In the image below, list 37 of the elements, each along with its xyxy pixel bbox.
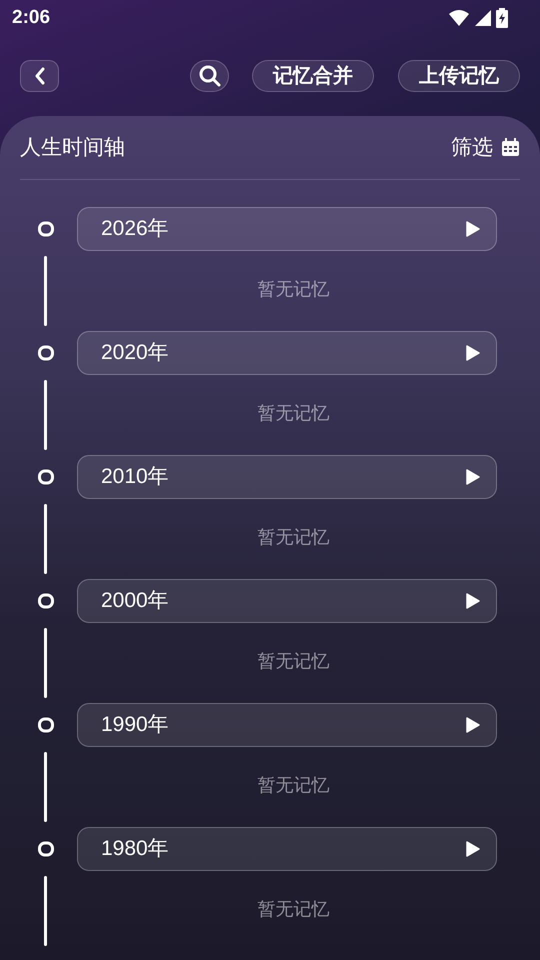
header-action-button[interactable]: 上传记忆 bbox=[398, 60, 520, 92]
timeline-node-icon bbox=[38, 593, 54, 609]
signal-icon bbox=[474, 9, 492, 27]
status-time: 2:06 bbox=[12, 6, 50, 30]
header-action-button[interactable]: 记忆合并 bbox=[252, 60, 374, 92]
empty-note: 暂无记忆 bbox=[258, 278, 330, 300]
filter-button[interactable]: 筛选 bbox=[451, 132, 520, 164]
timeline-node-icon bbox=[38, 469, 54, 485]
timeline-node-icon bbox=[38, 221, 54, 237]
timeline-node-icon bbox=[38, 345, 54, 361]
timeline-node-icon bbox=[38, 841, 54, 857]
year-row[interactable]: 2010年 bbox=[77, 455, 497, 499]
empty-note: 暂无记忆 bbox=[258, 526, 330, 548]
wifi-icon bbox=[448, 9, 470, 27]
back-icon bbox=[34, 67, 46, 85]
calendar-icon bbox=[501, 138, 520, 157]
play-icon bbox=[466, 469, 480, 485]
empty-note: 暂无记忆 bbox=[258, 898, 330, 920]
timeline-title: 人生时间轴 bbox=[20, 134, 125, 161]
year-row[interactable]: 2026年 bbox=[77, 207, 497, 251]
battery-icon bbox=[496, 8, 508, 28]
search-button[interactable] bbox=[190, 60, 229, 92]
play-icon bbox=[466, 345, 480, 361]
timeline-node-icon bbox=[38, 717, 54, 733]
search-icon bbox=[198, 65, 220, 87]
year-row[interactable]: 1980年 bbox=[77, 827, 497, 871]
empty-note: 暂无记忆 bbox=[258, 774, 330, 796]
year-row[interactable]: 2000年 bbox=[77, 579, 497, 623]
play-icon bbox=[466, 593, 480, 609]
play-icon bbox=[466, 841, 480, 857]
year-row[interactable]: 2020年 bbox=[77, 331, 497, 375]
empty-note: 暂无记忆 bbox=[258, 650, 330, 672]
play-icon bbox=[466, 221, 480, 237]
play-icon bbox=[466, 717, 480, 733]
empty-note: 暂无记忆 bbox=[258, 402, 330, 424]
year-row[interactable]: 1990年 bbox=[77, 703, 497, 747]
back-button[interactable] bbox=[20, 60, 59, 92]
